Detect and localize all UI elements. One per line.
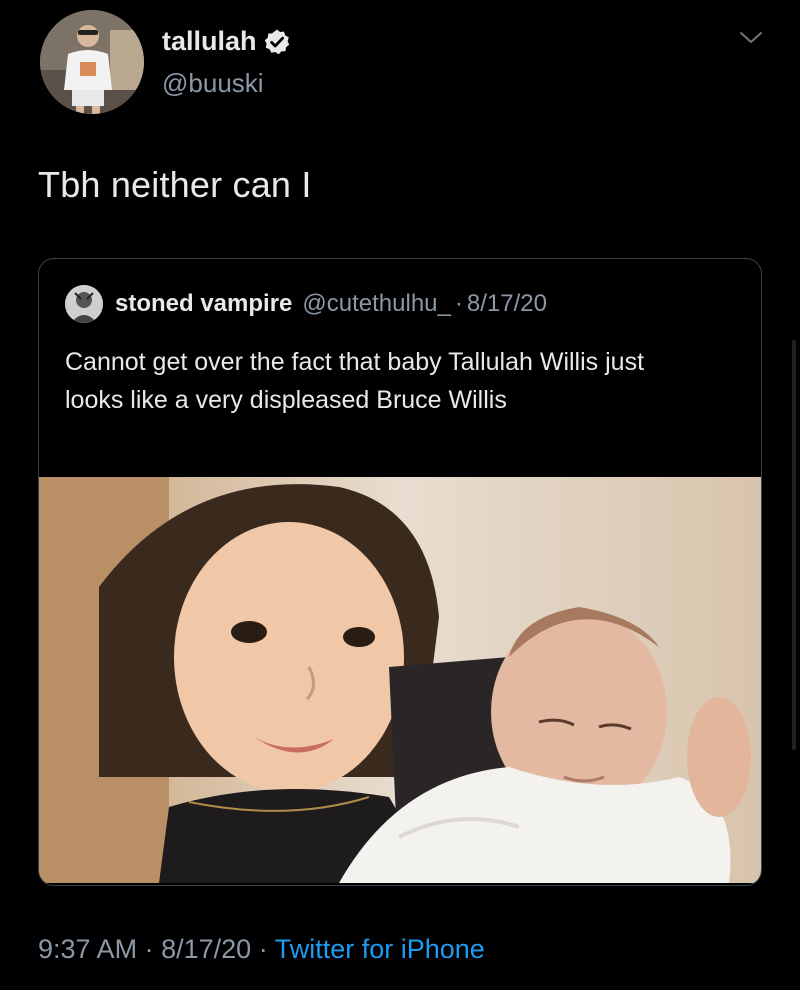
tweet-time[interactable]: 9:37 AM [38, 934, 137, 964]
footer-separator: · [144, 934, 154, 964]
chevron-down-icon[interactable] [738, 28, 764, 48]
author-avatar[interactable] [40, 10, 144, 114]
profile-photo-icon [40, 10, 144, 114]
quoted-tweet-photo[interactable] [39, 477, 761, 883]
author-name-row: tallulah [162, 26, 291, 57]
quoted-handle[interactable]: @cutethulhu_ [302, 290, 450, 318]
verified-badge-icon [263, 28, 291, 56]
tweet-text: Tbh neither can I [38, 164, 312, 205]
scrollbar[interactable] [792, 340, 796, 750]
quoted-tweet-header: stoned vampire @cutethulhu_ · 8/17/20 [65, 285, 547, 323]
tweet-footer: 9:37 AM · 8/17/20 · Twitter for iPhone [38, 934, 485, 965]
author-handle[interactable]: @buuski [162, 68, 264, 99]
quoted-profile-photo-icon [65, 285, 103, 323]
tweet-source-link[interactable]: Twitter for iPhone [275, 934, 485, 964]
quoted-tweet-card[interactable]: stoned vampire @cutethulhu_ · 8/17/20 Ca… [38, 258, 762, 886]
quoted-author-avatar[interactable] [65, 285, 103, 323]
photo-of-child-holding-baby-icon [39, 477, 761, 883]
quoted-tweet-text: Cannot get over the fact that baby Tallu… [65, 348, 645, 414]
quoted-display-name[interactable]: stoned vampire [115, 290, 292, 318]
tweet-date[interactable]: 8/17/20 [161, 934, 251, 964]
quoted-separator: · [454, 290, 463, 317]
footer-separator: · [258, 934, 268, 964]
author-display-name[interactable]: tallulah [162, 26, 257, 57]
quoted-date[interactable]: 8/17/20 [467, 290, 547, 318]
